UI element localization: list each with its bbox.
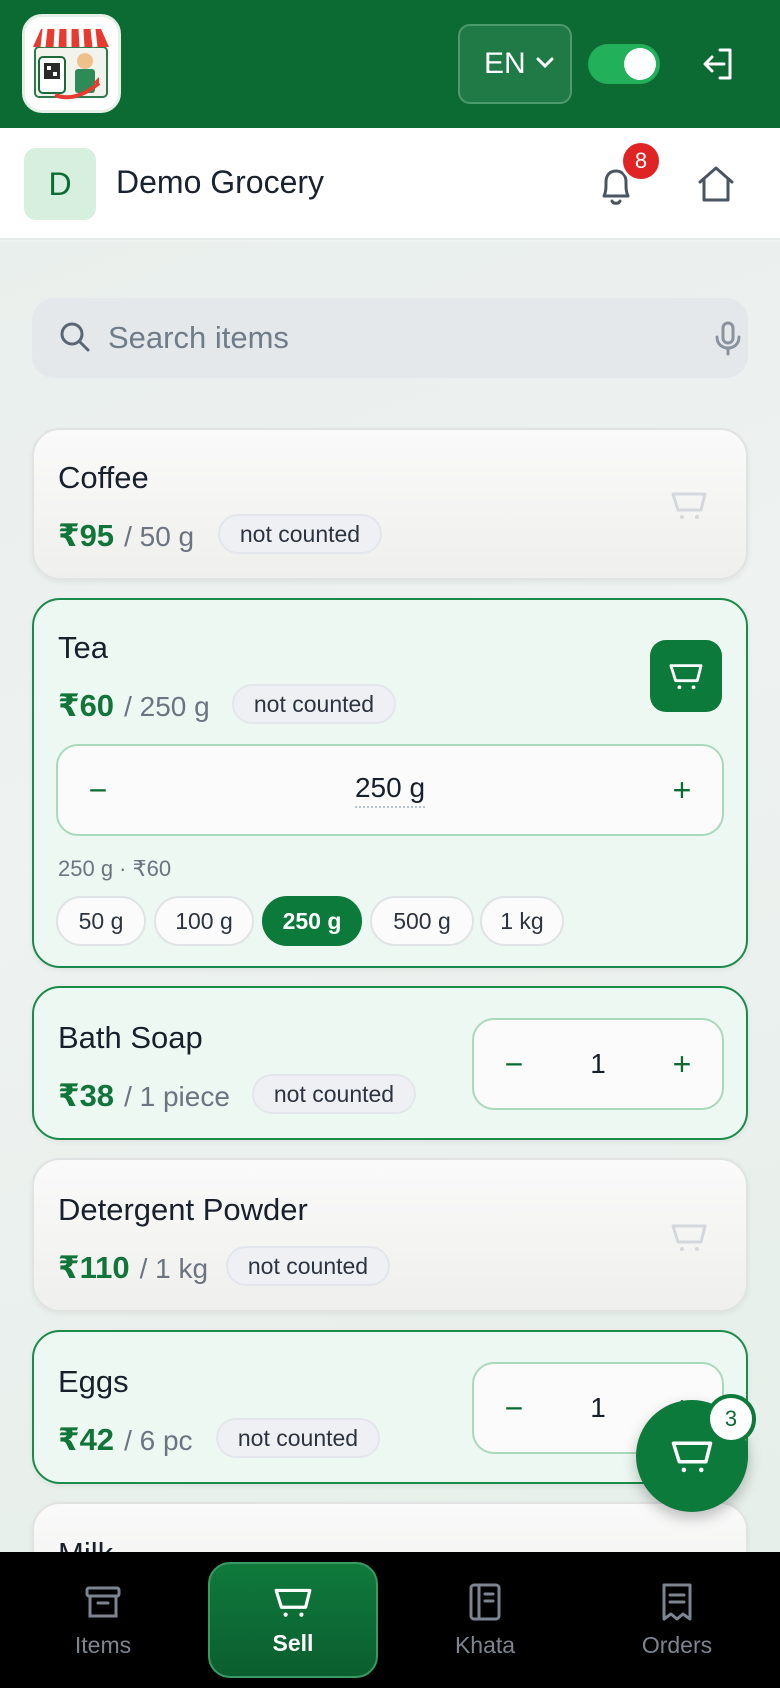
search-input[interactable]: Search items xyxy=(32,298,748,378)
cart-icon xyxy=(669,664,703,690)
nav-items-label: Items xyxy=(74,1631,132,1658)
cart-icon xyxy=(274,1588,312,1617)
ledger-book-icon xyxy=(469,1583,501,1620)
search-icon xyxy=(60,322,90,352)
stock-status-badge: not counted xyxy=(218,514,382,554)
nav-khata[interactable]: Khata xyxy=(400,1562,570,1678)
stock-status-badge: not counted xyxy=(226,1246,390,1286)
logout-icon[interactable] xyxy=(700,44,736,84)
language-value: EN xyxy=(484,47,526,80)
nav-orders[interactable]: Orders xyxy=(592,1562,762,1678)
top-bar: EN xyxy=(0,0,780,128)
toggle-knob xyxy=(624,48,656,80)
bottom-nav: Items Sell Khata Orders xyxy=(0,1552,780,1688)
app-logo[interactable] xyxy=(22,14,121,113)
size-chip-50g[interactable]: 50 g xyxy=(56,896,146,946)
stock-status-badge: not counted xyxy=(216,1418,380,1458)
item-card-bath-soap[interactable]: Bath Soap ₹38/ 1 piece not counted − 1 + xyxy=(32,986,748,1140)
quantity-stepper: − 1 + xyxy=(472,1018,724,1110)
cart-icon[interactable] xyxy=(670,1220,708,1254)
online-toggle[interactable] xyxy=(588,44,660,84)
item-name: Coffee xyxy=(58,460,149,495)
notification-badge: 8 xyxy=(620,140,662,182)
size-chip-250g[interactable]: 250 g xyxy=(262,896,362,946)
item-name: Eggs xyxy=(58,1364,129,1399)
size-chip-500g[interactable]: 500 g xyxy=(370,896,474,946)
decrease-button[interactable]: − xyxy=(474,1020,554,1108)
item-card-tea[interactable]: Tea ₹60/ 250 g not counted − 250 g + 250… xyxy=(32,598,748,968)
item-card-coffee[interactable]: Coffee ₹95/ 50 g not counted xyxy=(32,428,748,580)
chevron-down-icon xyxy=(536,57,554,69)
nav-khata-label: Khata xyxy=(454,1631,516,1658)
item-price: ₹42/ 6 pc xyxy=(58,1422,193,1457)
nav-sell-label: Sell xyxy=(272,1629,314,1656)
shop-avatar: D xyxy=(24,148,96,220)
quantity-stepper: − 250 g + xyxy=(56,744,724,836)
home-icon[interactable] xyxy=(696,164,736,204)
item-price: ₹60/ 250 g xyxy=(58,688,210,723)
selection-summary: 250 g · ₹60 xyxy=(58,856,172,881)
item-price: ₹110/ 1 kg xyxy=(58,1250,209,1285)
add-to-cart-button[interactable] xyxy=(650,640,722,712)
cart-count-badge: 3 xyxy=(706,1394,756,1444)
cart-icon xyxy=(671,1441,713,1473)
cart-icon[interactable] xyxy=(670,488,708,522)
size-chip-100g[interactable]: 100 g xyxy=(154,896,254,946)
item-name: Detergent Powder xyxy=(58,1192,308,1227)
decrease-button[interactable]: − xyxy=(58,746,138,834)
search-placeholder: Search items xyxy=(108,320,289,355)
quantity-value[interactable]: 1 xyxy=(554,1364,642,1452)
receipt-icon xyxy=(662,1583,692,1620)
nav-items[interactable]: Items xyxy=(18,1562,188,1678)
quantity-value[interactable]: 1 xyxy=(554,1020,642,1108)
shop-header: D Demo Grocery xyxy=(0,128,780,240)
nav-sell[interactable]: Sell xyxy=(208,1562,378,1678)
language-select[interactable]: EN xyxy=(458,24,572,104)
stock-status-badge: not counted xyxy=(232,684,396,724)
decrease-button[interactable]: − xyxy=(474,1364,554,1452)
item-name: Bath Soap xyxy=(58,1020,203,1055)
box-icon xyxy=(85,1586,121,1617)
quantity-value[interactable]: 250 g xyxy=(138,746,642,834)
increase-button[interactable]: + xyxy=(642,746,722,834)
shop-name: Demo Grocery xyxy=(116,164,325,200)
size-chip-1kg[interactable]: 1 kg xyxy=(480,896,564,946)
item-name: Tea xyxy=(58,630,108,665)
item-card-detergent-powder[interactable]: Detergent Powder ₹110/ 1 kg not counted xyxy=(32,1158,748,1312)
microphone-icon[interactable] xyxy=(710,320,746,356)
nav-orders-label: Orders xyxy=(641,1631,713,1658)
stock-status-badge: not counted xyxy=(252,1074,416,1114)
item-price: ₹95/ 50 g xyxy=(58,518,195,553)
item-price: ₹38/ 1 piece xyxy=(58,1078,230,1113)
increase-button[interactable]: + xyxy=(642,1020,722,1108)
